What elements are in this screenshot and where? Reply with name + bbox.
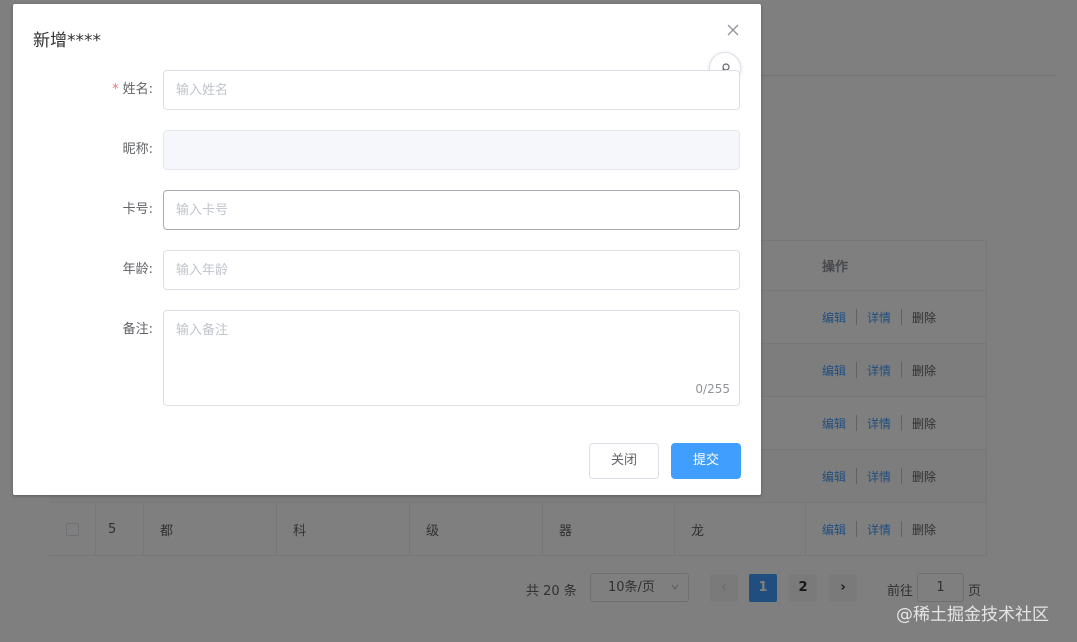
close-button[interactable]: 关闭 <box>589 443 659 479</box>
name-label: * 姓名: <box>13 70 153 110</box>
dialog-title: 新增**** <box>33 31 101 51</box>
note-label: 备注: <box>122 322 153 337</box>
watermark: @稀土掘金技术社区 <box>896 605 1049 625</box>
name-input[interactable] <box>163 70 740 110</box>
submit-button[interactable]: 提交 <box>671 443 741 479</box>
card-label: 卡号: <box>122 202 153 217</box>
add-dialog: 新增**** *姓名: 昵称: 卡号: 年龄: 备注: 0/255 关闭 提交 <box>13 4 761 495</box>
name-label-text: 姓名: <box>122 82 153 97</box>
required-mark: * <box>112 82 119 97</box>
nickname-label: 昵称: <box>122 142 153 157</box>
age-input[interactable] <box>163 250 740 290</box>
close-icon[interactable] <box>725 22 741 38</box>
note-char-counter: 0/255 <box>695 382 730 396</box>
note-textarea[interactable] <box>163 310 740 406</box>
nickname-input <box>163 130 740 170</box>
age-label: 年龄: <box>122 262 153 277</box>
card-number-input[interactable] <box>163 190 740 230</box>
